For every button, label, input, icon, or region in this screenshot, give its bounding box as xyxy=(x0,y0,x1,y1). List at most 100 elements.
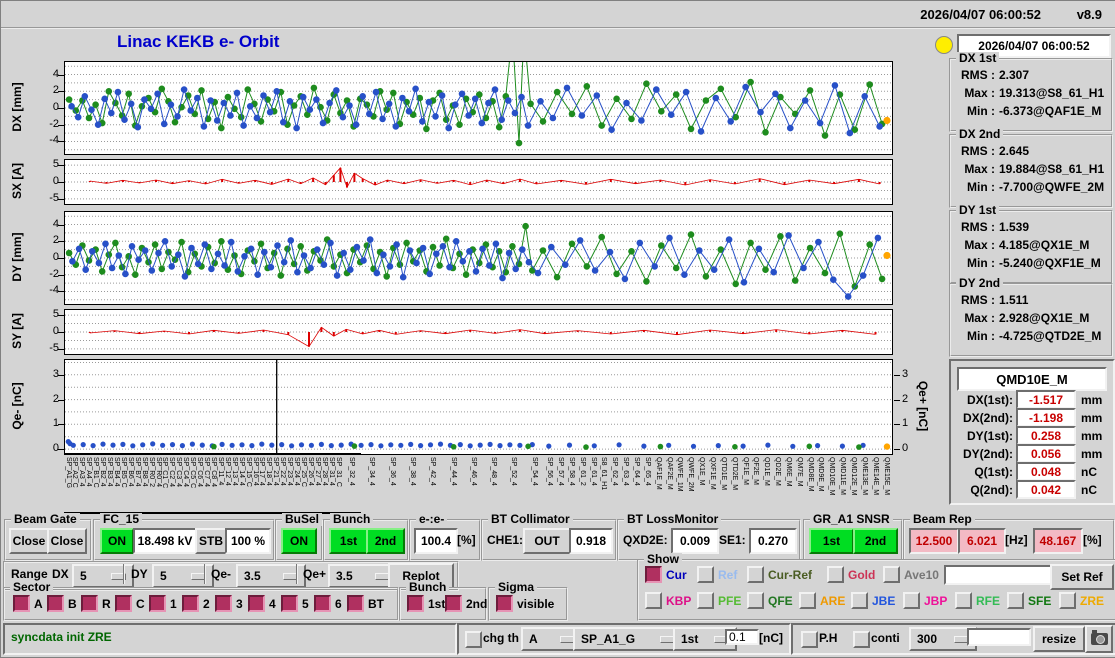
sector-checkbox-6[interactable]: 6 xyxy=(314,595,342,612)
show-checkbox-label: Gold xyxy=(848,567,876,582)
sector-checkbox-2[interactable]: 2 xyxy=(182,595,210,612)
show-checkbox-rfe[interactable]: RFE xyxy=(955,592,1000,609)
points-value: 300 xyxy=(917,632,938,646)
busel-on-button[interactable]: ON xyxy=(281,528,317,554)
threshold-value-input[interactable] xyxy=(725,629,759,645)
bpm-select[interactable]: SP_A1_G xyxy=(573,627,683,651)
x-axis-bpm-label: QME15E_M xyxy=(882,457,890,496)
bunch-checkbox-1st[interactable]: 1st xyxy=(407,595,445,612)
beam-rep-pct-unit: [%] xyxy=(1083,533,1102,547)
stats-max-row: Max : 4.185@QX1E_M xyxy=(955,238,1089,252)
sector-checkbox-3[interactable]: 3 xyxy=(215,595,243,612)
conti-checkbox[interactable] xyxy=(853,631,870,648)
qe-plot[interactable]: 33221100 xyxy=(53,359,908,455)
gr-a1-1st-button[interactable]: 1st xyxy=(809,528,854,554)
x-axis-bpm-label: SP_24_4 xyxy=(293,457,300,486)
show-checkbox-are[interactable]: ARE xyxy=(799,592,845,609)
dy-plot[interactable]: 4 2 0 -2 -4 xyxy=(49,211,893,305)
sector-checkbox-5[interactable]: 5 xyxy=(281,595,309,612)
show-checkbox-kbp[interactable]: KBP xyxy=(645,592,691,609)
show-checkbox-pfe[interactable]: PFE xyxy=(697,592,741,609)
show-checkbox-qfe[interactable]: QFE xyxy=(747,592,793,609)
y-tick-label: 2 xyxy=(52,84,59,96)
bpm-row-unit: mm xyxy=(1081,428,1103,443)
sector-checkbox-4[interactable]: 4 xyxy=(248,595,276,612)
bunch-checkbox-2nd[interactable]: 2nd xyxy=(445,595,487,612)
bpm-select-value: SP_A1_G xyxy=(581,632,636,646)
show-checkbox-cur[interactable]: Cur xyxy=(645,566,687,583)
sector-checkbox-b[interactable]: B xyxy=(47,595,77,612)
range-dy-label: DY xyxy=(131,567,148,581)
free-text-input[interactable] xyxy=(967,628,1031,646)
x-axis-bpm-label: QF2E_M xyxy=(752,457,760,486)
bunch-2nd-button[interactable]: 2nd xyxy=(366,528,405,554)
qe-right-axis-label: Qe+ [nC] xyxy=(916,380,930,432)
show-checkbox-label: QFE xyxy=(768,593,793,608)
show-checkbox-label: ZRE xyxy=(1080,593,1104,608)
y-tick-mark xyxy=(58,199,64,200)
threshold-panel: chg th A SP_A1_G 1st [nC] xyxy=(457,623,791,655)
ph-checkbox[interactable] xyxy=(801,631,818,648)
y-tick-mark xyxy=(58,315,64,316)
sector-checkbox-label: A xyxy=(34,596,43,611)
status-lamp xyxy=(935,36,953,54)
x-axis-bar-top xyxy=(64,453,361,455)
dx-plot[interactable]: 4 2 0 -2 -4 xyxy=(49,61,893,155)
stats-group-dx-2nd: DX 2nd RMS : 2.645 Max : 19.884@S8_61_H1 Min … xyxy=(949,128,1113,208)
selected-bpm-name: QMD10E_M xyxy=(957,367,1107,391)
checkbox-icon xyxy=(182,595,199,612)
set-ref-button[interactable]: Set Ref xyxy=(1050,564,1114,590)
bpm-row-label: Q(2nd): xyxy=(970,482,1013,497)
se1-readout: 0.270 xyxy=(749,528,797,554)
stats-rms-label: RMS : xyxy=(961,293,995,307)
show-checkbox-label: Cur xyxy=(666,567,687,582)
x-axis-bpm-label: SP_36_4 xyxy=(388,457,396,486)
sector-checkbox-r[interactable]: R xyxy=(81,595,111,612)
sx-plot[interactable]: 5 0 -5 xyxy=(49,158,893,205)
show-checkbox-jbp[interactable]: JBP xyxy=(903,592,947,609)
gr-a1-2nd-button[interactable]: 2nd xyxy=(853,528,898,554)
x-axis-bpm-label: SP_63_4 xyxy=(622,457,630,486)
x-axis-bpm-label: SP_14_4 xyxy=(237,457,245,486)
show-checkbox-ref[interactable]: Ref xyxy=(697,566,737,583)
checkbox-icon xyxy=(955,592,972,609)
stats-min-value: -4.725@QTD2E_M xyxy=(999,329,1102,343)
fc15-on-button[interactable]: ON xyxy=(100,528,134,554)
show-checkbox-jbe[interactable]: JBE xyxy=(851,592,895,609)
busel-title: BuSel xyxy=(282,513,323,526)
show-checkbox-zre[interactable]: ZRE xyxy=(1059,592,1104,609)
che1-state-button[interactable]: OUT xyxy=(523,528,571,554)
show-checkbox-sfe[interactable]: SFE xyxy=(1007,592,1051,609)
x-axis-bpm-label: QAF1E_M xyxy=(654,457,662,490)
sector-checkbox-1[interactable]: 1 xyxy=(149,595,177,612)
y-tick-mark xyxy=(58,241,64,242)
x-axis-bpm-label: SP_15_C xyxy=(244,457,252,487)
range-dx-label: DX xyxy=(52,567,69,581)
x-axis-bpm-label: SP_B4_4 xyxy=(112,457,120,487)
resize-button[interactable]: resize xyxy=(1033,626,1085,652)
sector-checkbox-c[interactable]: C xyxy=(115,595,145,612)
chg-th-checkbox[interactable] xyxy=(465,631,482,648)
sector-checkbox-bt[interactable]: BT xyxy=(347,595,384,612)
screenshot-button[interactable] xyxy=(1085,625,1113,653)
sigma-checkbox-visible[interactable]: visible xyxy=(496,595,554,612)
sector-checkbox-a[interactable]: A xyxy=(13,595,43,612)
beam-gate-close-1-button[interactable]: Close xyxy=(9,528,49,554)
show-checkbox-gold[interactable]: Gold xyxy=(827,566,875,583)
beam-gate-close-2-button[interactable]: Close xyxy=(47,528,87,554)
x-axis-bpm-label: QME14E_M xyxy=(871,457,879,496)
fc15-stb-button[interactable]: STB xyxy=(195,528,227,554)
bunch-1st-button[interactable]: 1st xyxy=(329,528,368,554)
stats-max-row: Max : 19.884@S8_61_H1 xyxy=(955,162,1104,176)
selected-bpm-panel: QMD10E_M DX(1st): -1.517 mm DX(2nd): -1.198 m… xyxy=(949,359,1115,505)
stats-min-row: Min : -5.240@QXF1E_M xyxy=(955,256,1101,270)
show-checkbox-cur-ref[interactable]: Cur-Ref xyxy=(747,566,812,583)
ref-file-input[interactable] xyxy=(944,565,1052,585)
show-checkbox-ave10[interactable]: Ave10 xyxy=(883,566,939,583)
stats-rms-row: RMS : 2.307 xyxy=(955,68,1029,82)
show-group: Show Set Ref Cur Ref Cur-Ref Gold Ave10 KBP PF… xyxy=(637,553,1115,621)
sy-plot[interactable]: 5 0 -5 xyxy=(49,308,893,355)
bunch-checkbox-label: 2nd xyxy=(466,596,488,611)
sector-checkbox-label: 3 xyxy=(236,596,243,611)
x-axis-bpm-label: QMD11E_M xyxy=(839,457,847,495)
